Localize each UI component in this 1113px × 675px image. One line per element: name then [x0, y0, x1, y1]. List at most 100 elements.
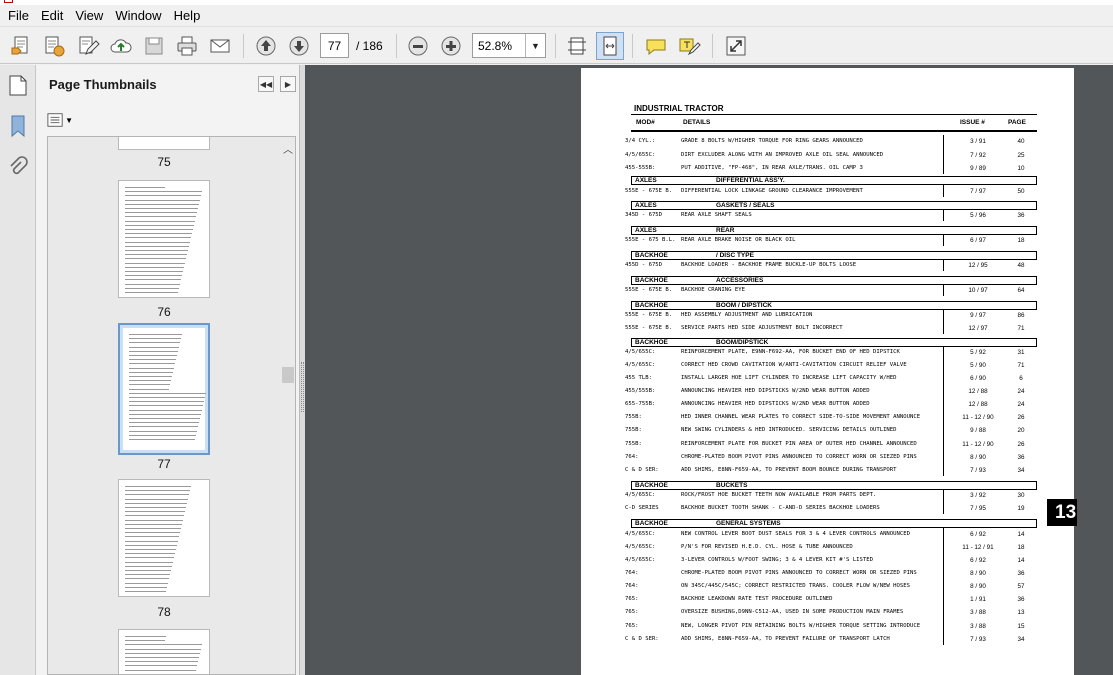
email-icon[interactable] — [206, 32, 234, 60]
table-row: 764: CHROME-PLATED BOOM PIVOT PINS ANNOUN… — [625, 567, 1045, 579]
document-viewer[interactable]: INDUSTRIAL TRACTOR MOD# DETAILS ISSUE # … — [305, 65, 1113, 675]
column-header-issue: ISSUE # — [960, 119, 985, 126]
page-thumbnails-icon[interactable] — [6, 71, 30, 99]
row-details: ADD SHIMS, E8NN-F659-AA, TO PREVENT FAIL… — [681, 636, 890, 642]
row-details: ON 345C/445C/545C; CORRECT RESTRICTED TR… — [681, 583, 911, 589]
table-row: 755B: NEW SWING CYLINDERS & HED INTRODUCE… — [625, 424, 1045, 436]
thumbnail-scrollbar[interactable]: ︿ — [280, 137, 295, 674]
open-file-icon[interactable] — [8, 32, 36, 60]
row-issue: 7 / 97 — [970, 188, 986, 195]
thumbnail-text-line — [125, 669, 196, 671]
thumbnail-options-icon[interactable]: ▼ — [47, 110, 73, 130]
row-issue: 9 / 89 — [970, 165, 986, 172]
menu-view[interactable]: View — [69, 6, 109, 25]
row-details: CHROME-PLATED BOOM PIVOT PINS ANNOUNCED … — [681, 454, 917, 460]
thumbnail-text-line — [125, 250, 188, 251]
thumbnail-text-line — [125, 258, 186, 260]
row-details: OVERSIZE BUSHING,D9NN-C512-AA, USED IN S… — [681, 609, 904, 615]
row-page: 13 — [1017, 609, 1025, 616]
attachments-icon[interactable] — [6, 154, 30, 182]
section-header: AXLES DIFFERENTIAL ASS'Y. — [631, 176, 1037, 185]
row-issue: 11 - 12 / 90 — [962, 441, 994, 448]
row-details: CHROME-PLATED BOOM PIVOT PINS ANNOUNCED … — [681, 570, 917, 576]
full-screen-icon[interactable] — [722, 32, 750, 60]
row-mod: 4/5/655C: — [625, 362, 656, 368]
thumbnail-text-line — [129, 388, 169, 390]
thumbnail-text-line — [125, 216, 196, 218]
row-mod: 755B: — [625, 441, 642, 447]
fit-page-icon[interactable] — [563, 32, 591, 60]
row-mod: 764: — [625, 454, 639, 460]
menu-window[interactable]: Window — [109, 6, 167, 25]
column-divider — [943, 135, 944, 174]
thumbnail-text-line — [125, 565, 172, 567]
thumbnail-page-79[interactable] — [118, 629, 210, 674]
fit-width-icon[interactable] — [596, 32, 624, 60]
thumbnail-text-line — [125, 657, 199, 658]
row-issue: 7 / 93 — [970, 636, 986, 643]
acrobat-window: File Edit View Window Help 77 / 186 52.8… — [0, 0, 1113, 675]
row-details: ANNOUNCING HEAVIER HED DIPSTICKS W/2ND W… — [681, 388, 870, 394]
thumbnail-text-line — [125, 574, 170, 576]
create-pdf-icon[interactable] — [40, 32, 68, 60]
pdf-page: INDUSTRIAL TRACTOR MOD# DETAILS ISSUE # … — [581, 68, 1074, 675]
page-number-input[interactable]: 77 — [320, 33, 349, 58]
zoom-in-icon[interactable] — [437, 32, 465, 60]
expand-panel-icon[interactable]: ▶ — [280, 76, 296, 92]
print-icon[interactable] — [173, 32, 201, 60]
edit-pdf-icon[interactable] — [74, 32, 102, 60]
zoom-value: 52.8% — [478, 39, 513, 53]
row-issue: 9 / 88 — [970, 427, 986, 434]
section-subcategory: DIFFERENTIAL ASS'Y. — [716, 177, 785, 184]
bookmarks-icon[interactable] — [6, 112, 30, 140]
row-details: NEW SWING CYLINDERS & HED INTRODUCED. SE… — [681, 427, 897, 433]
chevron-up-icon[interactable]: ︿ — [283, 141, 293, 156]
next-page-icon[interactable] — [285, 32, 313, 60]
thumbnail-text-line — [125, 203, 199, 205]
row-issue: 7 / 92 — [970, 152, 986, 159]
section-category: BACKHOE — [635, 339, 668, 346]
menu-help[interactable]: Help — [168, 6, 207, 25]
thumbnail-text-line — [125, 570, 171, 571]
thumbnail-page-75[interactable] — [118, 137, 210, 150]
thumbnail-list[interactable]: 75 76 77 78 ︿ — [47, 136, 296, 675]
thumbnail-page-77-selected[interactable] — [118, 323, 210, 455]
row-page: 36 — [1017, 212, 1025, 219]
thumbnail-text-line — [125, 191, 202, 193]
collapse-panel-icon[interactable]: ◀◀ — [258, 76, 274, 92]
column-divider — [943, 259, 944, 271]
zoom-select[interactable]: 52.8% ▼ — [472, 33, 546, 58]
row-details: 3-LEVER CONTROLS W/FOOT SWING; 3 & 4 LEV… — [681, 557, 873, 563]
comment-icon[interactable] — [642, 32, 670, 60]
thumbnail-text-line — [125, 553, 175, 555]
scrollbar-thumb[interactable] — [282, 367, 294, 383]
upload-cloud-icon[interactable] — [107, 32, 135, 60]
thumbnail-text-line — [125, 199, 200, 201]
thumbnail-text-line — [125, 233, 192, 235]
thumbnail-text-line — [129, 363, 175, 365]
thumbnail-page-76[interactable] — [118, 180, 210, 298]
thumbnail-text-line — [125, 237, 191, 239]
rule — [631, 114, 1037, 115]
thumbnail-text-line — [125, 523, 182, 525]
chevron-down-icon[interactable]: ▼ — [525, 34, 545, 57]
thumbnail-text-line — [129, 342, 180, 344]
thumbnail-text-line — [129, 367, 174, 369]
menu-edit[interactable]: Edit — [35, 6, 69, 25]
zoom-out-icon[interactable] — [404, 32, 432, 60]
menu-file[interactable]: File — [2, 6, 35, 25]
row-mod: 555E - 675E B. — [625, 325, 673, 331]
highlight-text-icon[interactable] — [675, 32, 703, 60]
column-divider — [943, 185, 944, 197]
row-mod: 764: — [625, 570, 639, 576]
splitter-grip[interactable] — [301, 362, 304, 412]
row-issue: 12 / 88 — [968, 388, 988, 395]
table-row: 764: CHROME-PLATED BOOM PIVOT PINS ANNOUN… — [625, 451, 1045, 463]
row-mod: 4/5/655C: — [625, 349, 656, 355]
save-icon[interactable] — [140, 32, 168, 60]
thumbnail-page-78[interactable] — [118, 479, 210, 597]
row-mod: 555E - 675E B. — [625, 188, 673, 194]
thumbnail-text-line — [125, 557, 174, 559]
table-row: 4/5/655C: ROCK/FROST HOE BUCKET TEETH NOW… — [625, 489, 1045, 501]
previous-page-icon[interactable] — [252, 32, 280, 60]
